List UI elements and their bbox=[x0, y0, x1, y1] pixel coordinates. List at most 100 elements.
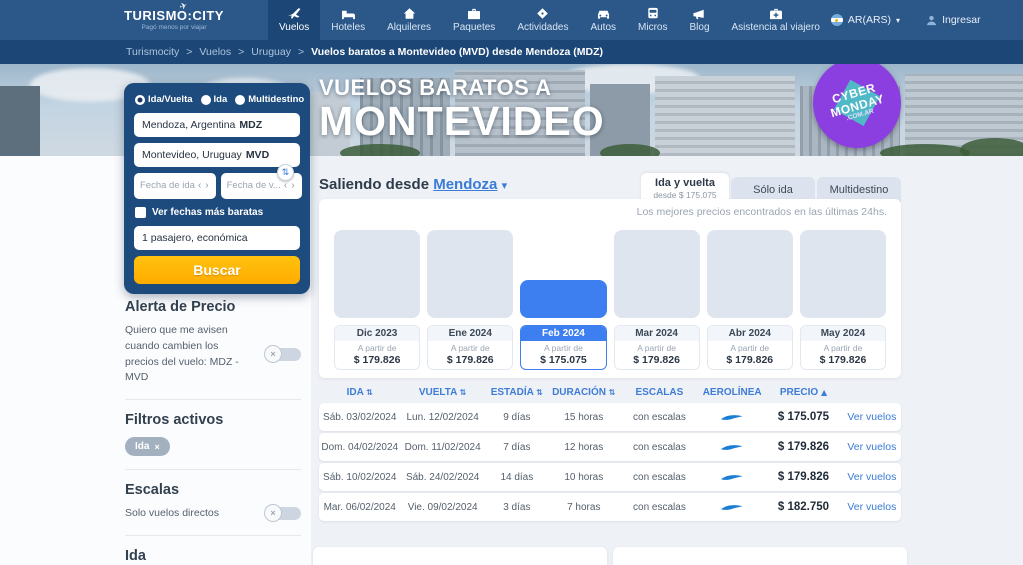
date-prev-icon[interactable]: ‹ bbox=[197, 180, 202, 191]
sort-icon[interactable]: ⇅ bbox=[366, 388, 373, 397]
best-prices-note: Los mejores precios encontrados en las ú… bbox=[636, 206, 887, 218]
cell-ida: Dom. 04/02/2024 bbox=[321, 441, 399, 453]
remove-filter-icon[interactable]: × bbox=[154, 442, 159, 452]
ver-vuelos-link[interactable]: Ver vuelos bbox=[843, 501, 901, 513]
cheaper-dates-checkbox-row[interactable]: Ver fechas más baratas bbox=[135, 206, 300, 218]
month-label: Feb 2024 bbox=[521, 326, 606, 341]
departing-city-link[interactable]: Mendoza bbox=[433, 176, 497, 193]
radio-selected-icon[interactable] bbox=[135, 94, 145, 105]
radio-icon[interactable] bbox=[200, 94, 211, 105]
sort-icon[interactable]: ⇅ bbox=[536, 388, 543, 397]
nav-item-autos[interactable]: Autos bbox=[579, 0, 627, 40]
bar-dic-2023[interactable] bbox=[334, 230, 421, 318]
breadcrumb-link-uruguay[interactable]: Uruguay bbox=[251, 46, 291, 58]
nav-item-label: Hoteles bbox=[331, 22, 366, 33]
nav-item-asistencia[interactable]: Asistencia al viajero bbox=[721, 0, 831, 40]
price-alert-toggle[interactable]: × bbox=[264, 345, 301, 363]
departure-filter-title: Ida bbox=[125, 547, 146, 564]
ticket-icon bbox=[536, 7, 549, 20]
sort-vuelta[interactable]: VUELTA ⇅ bbox=[400, 387, 484, 398]
divider bbox=[125, 534, 301, 536]
turismocity-logo[interactable]: ✈ TURISMO:CITY Pagó menos por viajar bbox=[124, 0, 223, 40]
trip-type-label: Ida bbox=[213, 94, 228, 105]
breadcrumb-separator: > bbox=[297, 46, 305, 58]
month-price: $ 175.075 bbox=[540, 354, 587, 366]
month-card-dic-2023[interactable]: Dic 2023 A partir de $ 179.826 bbox=[334, 325, 421, 370]
trip-type-options: Ida/Vuelta Ida Multidestino bbox=[134, 94, 304, 105]
toggle-off-icon: × bbox=[264, 504, 282, 523]
month-card-abr-2024[interactable]: Abr 2024 A partir de $ 179.826 bbox=[706, 325, 793, 370]
trip-type-multidestino[interactable]: Multidestino bbox=[235, 94, 304, 105]
month-card-mar-2024[interactable]: Mar 2024 A partir de $ 179.826 bbox=[613, 325, 700, 370]
radio-icon[interactable] bbox=[235, 94, 246, 105]
bar-abr-2024[interactable] bbox=[706, 230, 793, 318]
departing-from: Saliendo desde Mendoza ▾ bbox=[319, 176, 507, 193]
car-icon bbox=[596, 7, 611, 20]
month-card-may-2024[interactable]: May 2024 A partir de $ 179.826 bbox=[799, 325, 887, 370]
cell-escalas: con escalas bbox=[633, 471, 686, 483]
nav-item-paquetes[interactable]: Paquetes bbox=[442, 0, 506, 40]
month-label: Mar 2024 bbox=[614, 326, 699, 341]
search-button[interactable]: Buscar bbox=[134, 255, 300, 285]
destination-input[interactable]: Montevideo, Uruguay MVD bbox=[134, 142, 300, 167]
sort-duracion[interactable]: DURACIÓN ⇅ bbox=[549, 387, 619, 398]
nav-item-alquileres[interactable]: Alquileres bbox=[376, 0, 442, 40]
trip-type-label: Ida/Vuelta bbox=[148, 94, 193, 105]
ver-vuelos-link[interactable]: Ver vuelos bbox=[843, 411, 901, 423]
bar-ene-2024[interactable] bbox=[427, 230, 514, 318]
sort-precio-active[interactable]: PRECIO ▲ bbox=[764, 387, 843, 398]
sort-icon[interactable]: ⇅ bbox=[460, 388, 467, 397]
cell-duracion: 12 horas bbox=[564, 441, 604, 453]
month-card-feb-2024-selected[interactable]: Feb 2024 A partir de $ 175.075 bbox=[520, 325, 607, 370]
origin-code: MDZ bbox=[239, 118, 263, 131]
cell-estadia: 14 días bbox=[500, 471, 534, 483]
flights-table-header: IDA ⇅ VUELTA ⇅ ESTADÍA ⇅ DURACIÓN ⇅ ESCA… bbox=[319, 384, 901, 400]
flight-row[interactable]: Dom. 04/02/2024 Dom. 11/02/2024 7 días 1… bbox=[319, 433, 901, 461]
active-filter-chip-ida[interactable]: Ida × bbox=[125, 437, 170, 456]
nav-item-micros[interactable]: Micros bbox=[627, 0, 678, 40]
price-alert-title: Alerta de Precio bbox=[125, 299, 236, 315]
bar-mar-2024[interactable] bbox=[613, 230, 700, 318]
nav-item-label: Actividades bbox=[517, 22, 569, 33]
checkbox-icon[interactable] bbox=[135, 206, 146, 218]
airline-logo-icon bbox=[700, 503, 764, 512]
sort-icon[interactable]: ⇅ bbox=[609, 388, 616, 397]
bar-may-2024[interactable] bbox=[799, 230, 887, 318]
breadcrumb-link-vuelos[interactable]: Vuelos bbox=[199, 46, 231, 58]
sort-ida[interactable]: IDA ⇅ bbox=[319, 387, 400, 398]
trip-type-ida-vuelta[interactable]: Ida/Vuelta bbox=[135, 94, 193, 105]
date-inputs: Fecha de ida ‹ › Fecha de v... ‹ › bbox=[134, 172, 302, 199]
chevron-down-icon: ▾ bbox=[501, 179, 508, 192]
swap-origin-destination-button[interactable]: ⇅ bbox=[277, 164, 294, 181]
trip-type-ida[interactable]: Ida bbox=[200, 94, 228, 105]
nav-item-label: Vuelos bbox=[279, 22, 310, 33]
destination-code: MVD bbox=[245, 148, 270, 161]
nav-item-hoteles[interactable]: Hoteles bbox=[320, 0, 376, 40]
sort-estadia[interactable]: ESTADÍA ⇅ bbox=[485, 387, 549, 398]
direct-flights-toggle[interactable]: × bbox=[264, 504, 301, 523]
breadcrumb-separator: > bbox=[238, 46, 245, 58]
ver-vuelos-link[interactable]: Ver vuelos bbox=[843, 441, 901, 453]
currency-selector[interactable]: AR(ARS) ▾ bbox=[830, 14, 900, 26]
login-button[interactable]: Ingresar bbox=[926, 14, 981, 26]
cell-estadia: 7 días bbox=[503, 441, 531, 453]
nav-item-blog[interactable]: Blog bbox=[678, 0, 720, 40]
date-next-icon[interactable]: › bbox=[204, 180, 209, 191]
date-prev-icon[interactable]: ‹ bbox=[283, 180, 288, 191]
departure-date-input[interactable]: Fecha de ida ‹ › bbox=[134, 172, 216, 199]
breadcrumb-link-turismocity[interactable]: Turismocity bbox=[126, 46, 179, 58]
flight-row[interactable]: Sáb. 03/02/2024 Lun. 12/02/2024 9 días 1… bbox=[319, 403, 901, 431]
header-escalas: ESCALAS bbox=[635, 386, 684, 398]
ver-vuelos-link[interactable]: Ver vuelos bbox=[843, 471, 901, 483]
flight-row[interactable]: Mar. 06/02/2024 Vie. 09/02/2024 3 días 7… bbox=[319, 493, 901, 521]
nav-item-vuelos[interactable]: Vuelos bbox=[268, 0, 321, 40]
cell-precio: $ 179.826 bbox=[777, 441, 830, 453]
passengers-input[interactable]: 1 pasajero, económica bbox=[134, 225, 300, 250]
month-card-ene-2024[interactable]: Ene 2024 A partir de $ 179.826 bbox=[427, 325, 514, 370]
flight-row[interactable]: Sáb. 10/02/2024 Sáb. 24/02/2024 14 días … bbox=[319, 463, 901, 491]
origin-input[interactable]: Mendoza, Argentina MDZ bbox=[134, 113, 300, 137]
date-next-icon[interactable]: › bbox=[290, 180, 295, 191]
sort-ascending-icon[interactable]: ▲ bbox=[821, 388, 827, 397]
nav-item-actividades[interactable]: Actividades bbox=[506, 0, 579, 40]
bar-feb-2024-selected[interactable] bbox=[520, 280, 607, 318]
